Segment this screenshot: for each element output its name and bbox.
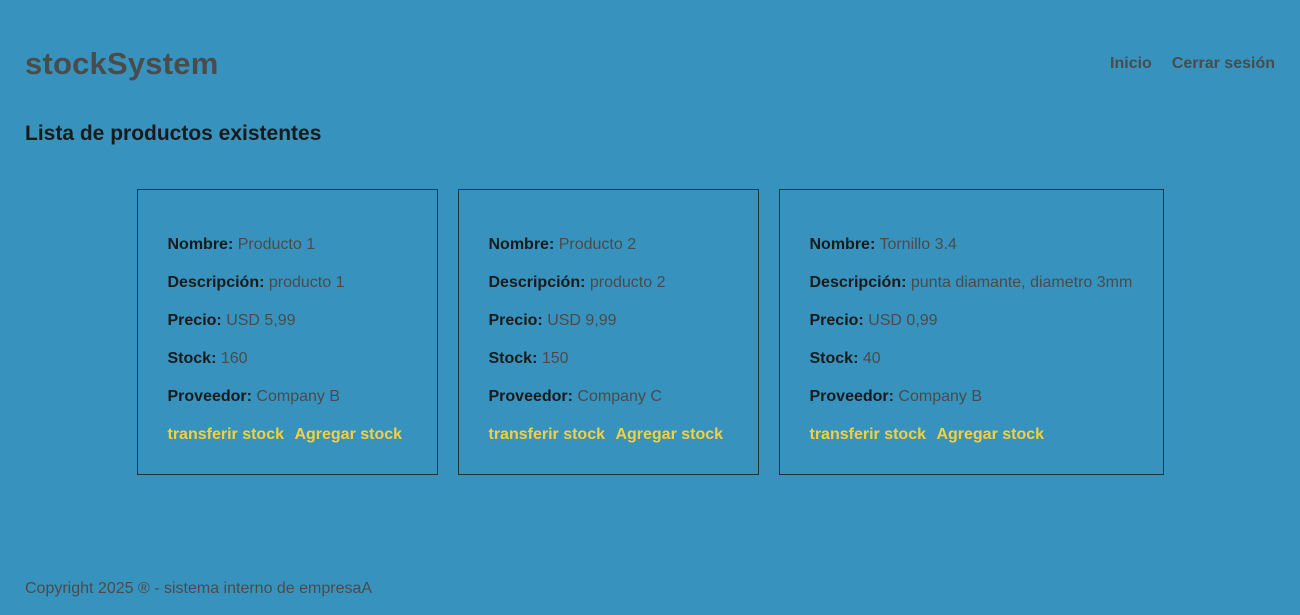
product-stock: 160: [220, 350, 248, 367]
product-name-row: Nombre: Producto 1: [168, 226, 407, 264]
product-description-row: Descripción: punta diamante, diametro 3m…: [810, 264, 1133, 302]
product-name-row: Nombre: Producto 2: [489, 226, 728, 264]
product-supplier: Company C: [577, 388, 662, 405]
description-label: Descripción:: [809, 274, 907, 291]
description-label: Descripción:: [167, 274, 265, 291]
add-stock-link[interactable]: Agregar stock: [936, 426, 1044, 443]
page-title: Lista de productos existentes: [25, 122, 322, 145]
brand-logo[interactable]: stockSystem: [25, 46, 218, 82]
product-description: punta diamante, diametro 3mm: [910, 274, 1133, 291]
transfer-stock-link[interactable]: transferir stock: [489, 426, 606, 443]
product-stock-row: Stock: 160: [168, 340, 407, 378]
stock-label: Stock:: [809, 350, 859, 367]
price-label: Precio:: [488, 312, 543, 329]
product-supplier-row: Proveedor: Company B: [810, 378, 1133, 416]
product-name: Producto 1: [237, 236, 316, 253]
product-supplier-row: Proveedor: Company B: [168, 378, 407, 416]
product-price: USD 5,99: [226, 312, 296, 329]
product-actions: transferir stock Agregar stock: [489, 416, 728, 454]
price-label: Precio:: [809, 312, 864, 329]
copyright-footer: Copyright 2025 ® - sistema interno de em…: [25, 580, 373, 597]
product-supplier: Company B: [898, 388, 983, 405]
transfer-stock-link[interactable]: transferir stock: [168, 426, 285, 443]
product-card: Nombre: Tornillo 3.4 Descripción: punta …: [778, 189, 1164, 475]
site-header: stockSystem Inicio Cerrar sesión: [25, 40, 1275, 88]
stock-label: Stock:: [488, 350, 538, 367]
product-description: producto 1: [268, 274, 345, 291]
price-label: Precio:: [167, 312, 222, 329]
transfer-stock-link[interactable]: transferir stock: [810, 426, 927, 443]
name-label: Nombre:: [488, 236, 555, 253]
product-stock-row: Stock: 150: [489, 340, 728, 378]
product-price: USD 9,99: [547, 312, 617, 329]
supplier-label: Proveedor:: [167, 388, 252, 405]
product-name: Producto 2: [558, 236, 637, 253]
product-stock-row: Stock: 40: [810, 340, 1133, 378]
description-label: Descripción:: [488, 274, 586, 291]
product-name-row: Nombre: Tornillo 3.4: [810, 226, 1133, 264]
product-actions: transferir stock Agregar stock: [810, 416, 1133, 454]
add-stock-link[interactable]: Agregar stock: [615, 426, 723, 443]
nav-link-home[interactable]: Inicio: [1110, 55, 1152, 73]
nav-link-logout[interactable]: Cerrar sesión: [1172, 55, 1275, 73]
name-label: Nombre:: [167, 236, 234, 253]
product-price-row: Precio: USD 9,99: [489, 302, 728, 340]
product-price: USD 0,99: [868, 312, 938, 329]
product-supplier: Company B: [256, 388, 341, 405]
product-description-row: Descripción: producto 2: [489, 264, 728, 302]
main-nav: Inicio Cerrar sesión: [1110, 55, 1275, 73]
product-name: Tornillo 3.4: [879, 236, 957, 253]
product-stock: 40: [862, 350, 881, 367]
product-actions: transferir stock Agregar stock: [168, 416, 407, 454]
stock-label: Stock:: [167, 350, 217, 367]
product-card: Nombre: Producto 1 Descripción: producto…: [136, 189, 438, 475]
supplier-label: Proveedor:: [809, 388, 894, 405]
product-price-row: Precio: USD 5,99: [168, 302, 407, 340]
name-label: Nombre:: [809, 236, 876, 253]
product-card: Nombre: Producto 2 Descripción: producto…: [457, 189, 759, 475]
product-price-row: Precio: USD 0,99: [810, 302, 1133, 340]
product-description-row: Descripción: producto 1: [168, 264, 407, 302]
supplier-label: Proveedor:: [488, 388, 573, 405]
product-list: Nombre: Producto 1 Descripción: producto…: [0, 189, 1300, 475]
product-description: producto 2: [589, 274, 666, 291]
product-supplier-row: Proveedor: Company C: [489, 378, 728, 416]
product-stock: 150: [541, 350, 569, 367]
add-stock-link[interactable]: Agregar stock: [294, 426, 402, 443]
